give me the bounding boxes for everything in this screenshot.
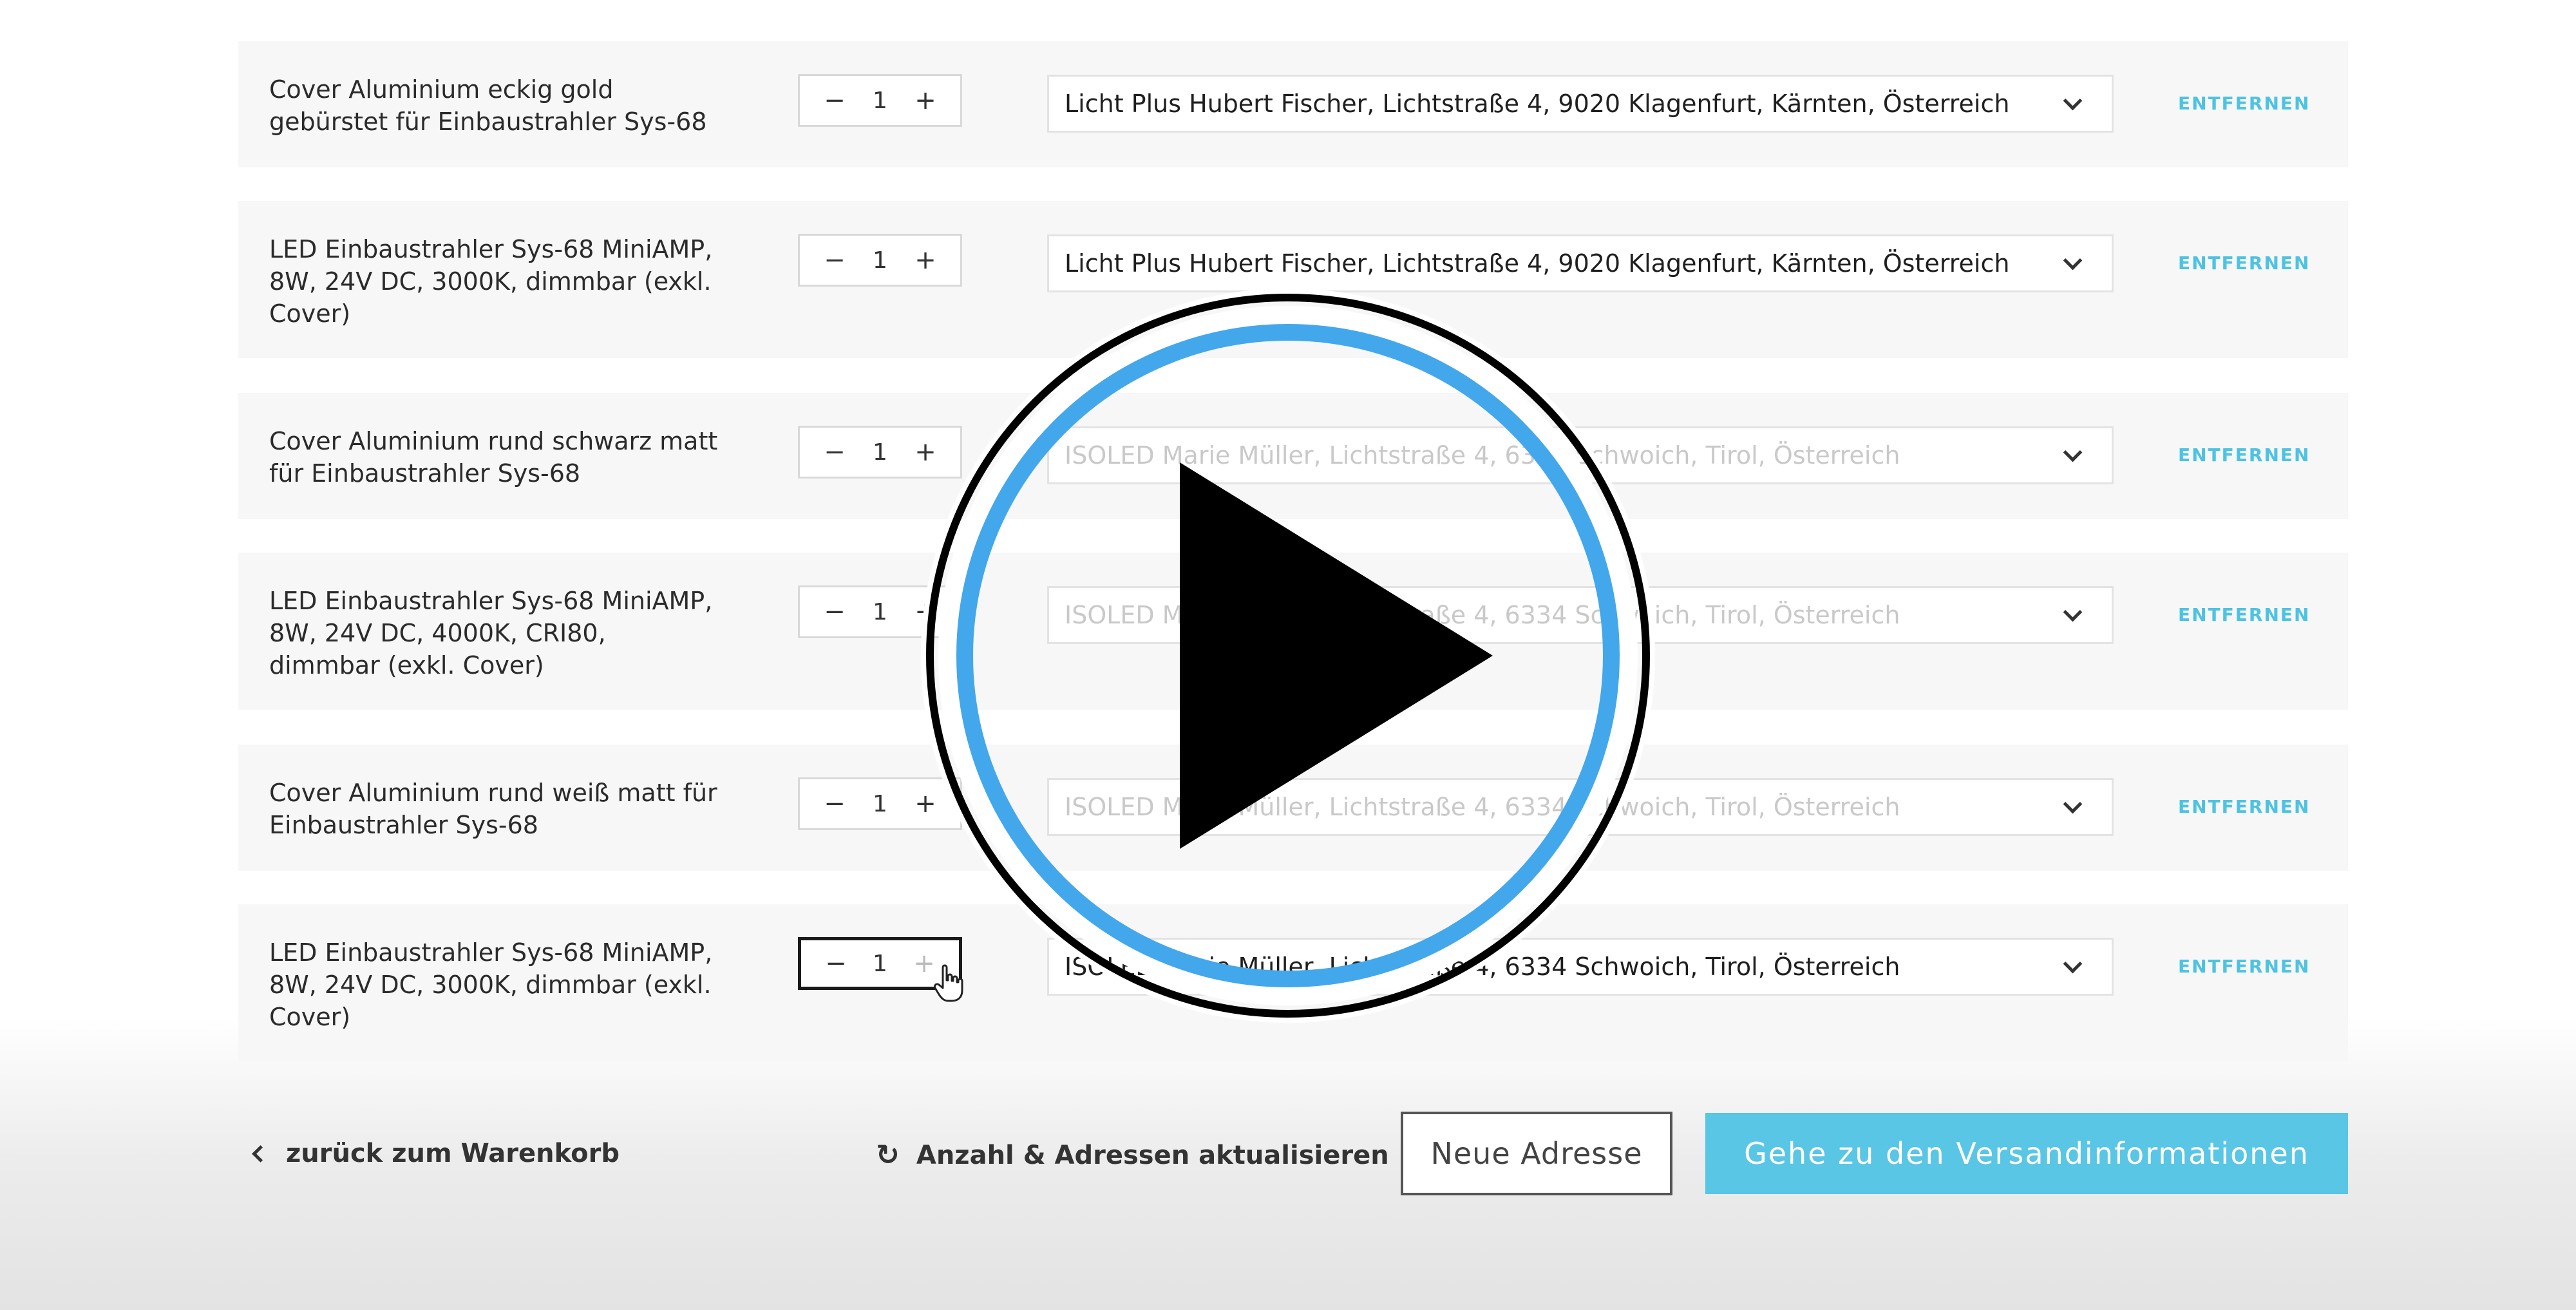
decrease-quantity-button[interactable]: − <box>822 88 848 113</box>
chevron-down-icon <box>2063 954 2083 973</box>
product-name: Cover Aluminium rund schwarz matt für Ei… <box>269 427 718 488</box>
quantity-value[interactable]: 1 <box>873 951 887 977</box>
chevron-down-icon <box>2063 442 2083 462</box>
quantity-value[interactable]: 1 <box>873 88 887 114</box>
remove-item-link[interactable]: ENTFERNEN <box>2178 93 2310 114</box>
quantity-stepper[interactable]: − 1 + <box>798 74 962 127</box>
back-to-cart-link[interactable]: zurück zum Warenkorb <box>252 1139 620 1168</box>
remove-item-link[interactable]: ENTFERNEN <box>2178 796 2310 817</box>
quantity-stepper[interactable]: − 1 + <box>798 234 962 287</box>
chevron-down-icon <box>2063 602 2083 622</box>
chevron-left-icon <box>252 1144 269 1163</box>
decrease-quantity-button[interactable]: − <box>822 439 848 465</box>
increase-quantity-button[interactable]: + <box>913 88 938 113</box>
decrease-quantity-button[interactable]: − <box>822 791 848 817</box>
remove-item-link[interactable]: ENTFERNEN <box>2178 956 2310 977</box>
product-name: Cover Aluminium rund weiß matt für Einba… <box>269 779 717 839</box>
product-name: Cover Aluminium eckig gold gebürstet für… <box>269 75 707 136</box>
item-row: Cover Aluminium eckig gold gebürstet für… <box>238 41 2348 167</box>
decrease-quantity-button[interactable]: − <box>822 599 848 625</box>
update-quantities-label: Anzahl & Adressen aktualisieren <box>916 1140 1389 1170</box>
quantity-value[interactable]: 1 <box>873 247 887 274</box>
quantity-value[interactable]: 1 <box>873 791 887 817</box>
quantity-value[interactable]: 1 <box>873 599 887 625</box>
address-select-value: Licht Plus Hubert Fischer, Lichtstraße 4… <box>1065 90 2010 118</box>
chevron-down-icon <box>2063 794 2083 813</box>
update-quantities-link[interactable]: ↻ Anzahl & Adressen aktualisieren <box>876 1139 1389 1172</box>
decrease-quantity-button[interactable]: − <box>822 247 848 273</box>
chevron-down-icon <box>2063 251 2083 270</box>
address-select[interactable]: Licht Plus Hubert Fischer, Lichtstraße 4… <box>1047 234 2114 292</box>
remove-item-link[interactable]: ENTFERNEN <box>2178 444 2310 466</box>
new-address-button[interactable]: Neue Adresse <box>1401 1112 1672 1195</box>
play-icon[interactable] <box>921 289 1655 1023</box>
product-name: LED Einbaustrahler Sys-68 MiniAMP, 8W, 2… <box>269 235 713 328</box>
product-name: LED Einbaustrahler Sys-68 MiniAMP, 8W, 2… <box>269 587 713 679</box>
refresh-icon: ↻ <box>876 1139 900 1172</box>
product-name: LED Einbaustrahler Sys-68 MiniAMP, 8W, 2… <box>269 938 713 1031</box>
decrease-quantity-button[interactable]: − <box>823 951 849 976</box>
increase-quantity-button[interactable]: + <box>913 247 938 273</box>
continue-to-shipping-button[interactable]: Gehe zu den Versandinformationen <box>1705 1113 2348 1194</box>
address-select[interactable]: Licht Plus Hubert Fischer, Lichtstraße 4… <box>1047 75 2114 133</box>
back-to-cart-label: zurück zum Warenkorb <box>286 1139 620 1168</box>
address-select-value: Licht Plus Hubert Fischer, Lichtstraße 4… <box>1065 249 2010 278</box>
remove-item-link[interactable]: ENTFERNEN <box>2178 604 2310 625</box>
chevron-down-icon <box>2063 91 2083 110</box>
quantity-value[interactable]: 1 <box>873 439 887 466</box>
remove-item-link[interactable]: ENTFERNEN <box>2178 252 2310 274</box>
